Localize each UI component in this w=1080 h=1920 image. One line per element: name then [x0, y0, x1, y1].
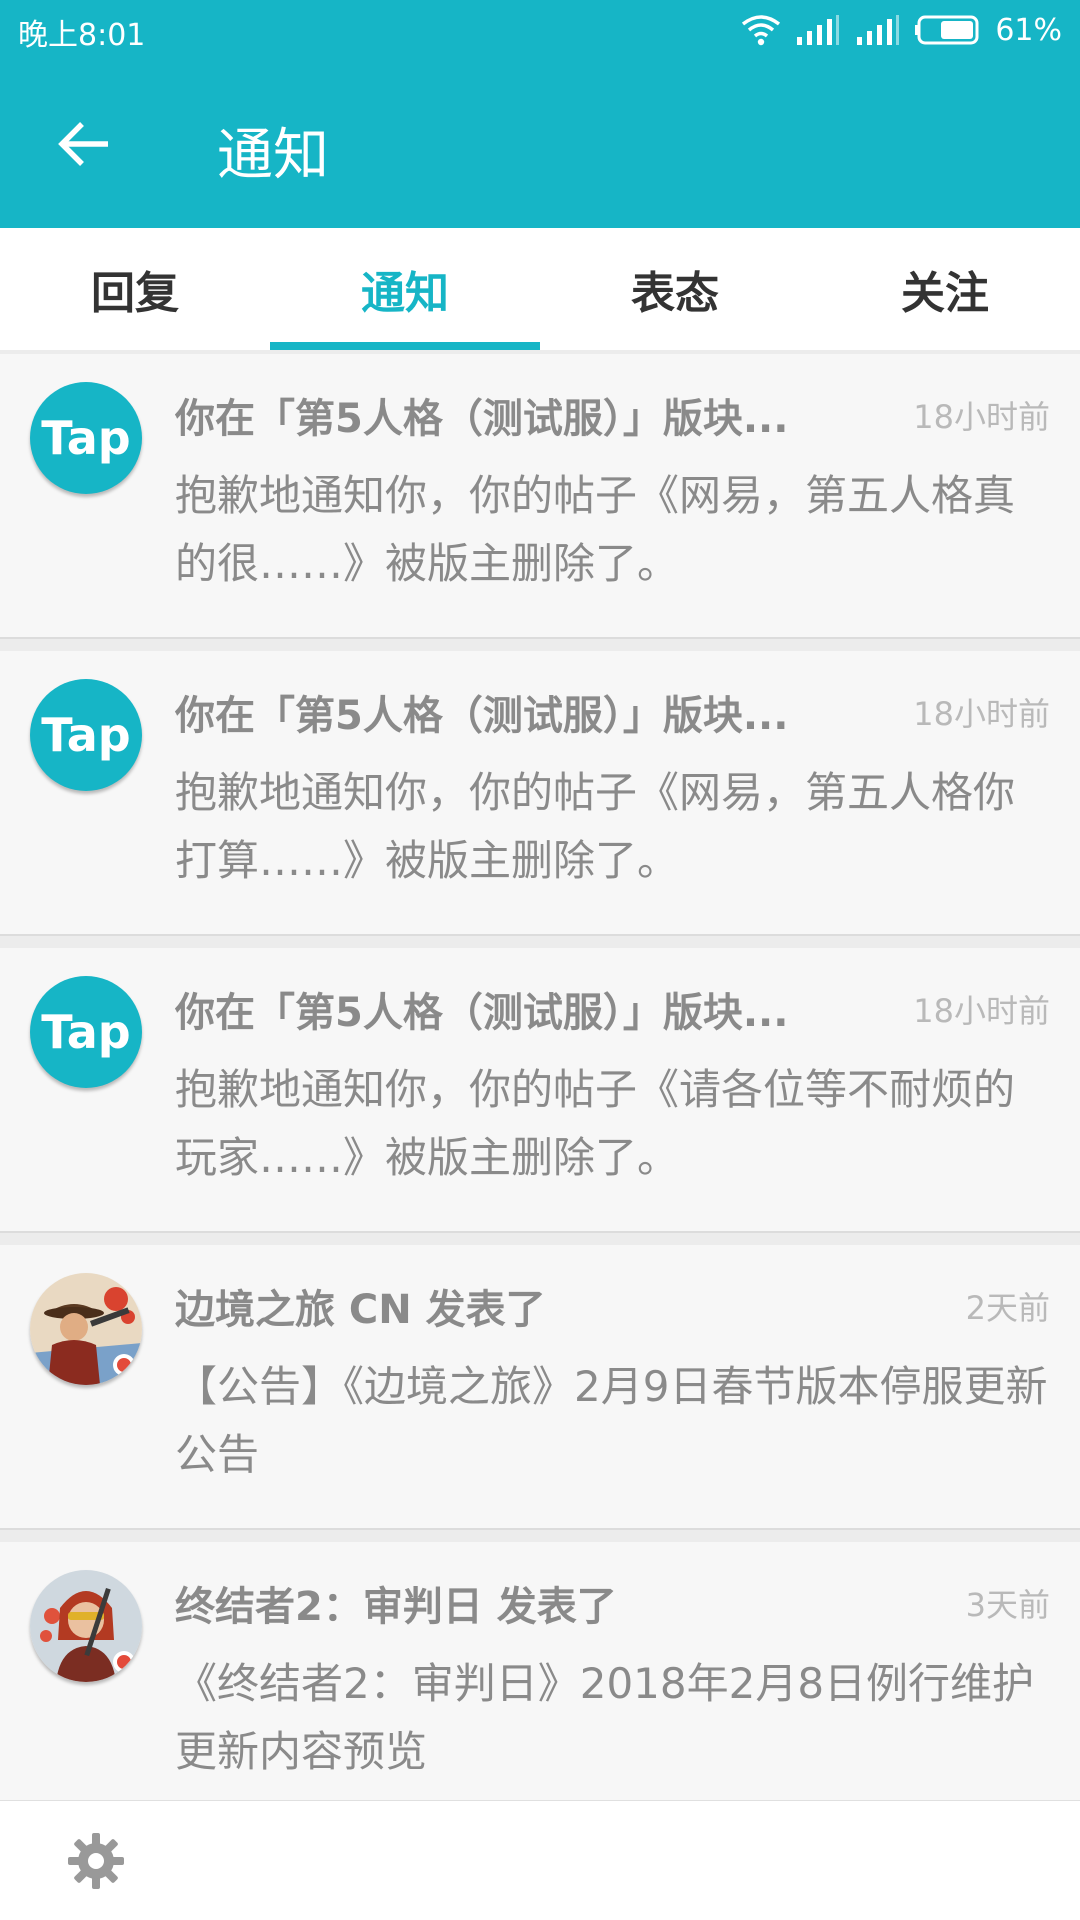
list-item[interactable]: Tap 你在「第5人格（测试服）」版块... 18小时前 抱歉地通知你，你的帖子… [0, 651, 1080, 936]
status-time: 晚上8:01 [18, 18, 146, 53]
list-item[interactable]: Tap 你在「第5人格（测试服）」版块... 18小时前 抱歉地通知你，你的帖子… [0, 948, 1080, 1233]
notification-time: 2天前 [965, 1289, 1050, 1327]
avatar-label: Tap [41, 708, 131, 762]
back-button[interactable] [44, 104, 124, 184]
app-bar: 通知 [0, 60, 1080, 228]
wifi-icon [742, 15, 781, 46]
settings-button[interactable] [66, 1831, 126, 1891]
tab-label: 表态 [631, 268, 719, 319]
gear-icon [68, 1833, 124, 1889]
tab-label: 关注 [901, 268, 989, 319]
avatar-label: Tap [41, 1005, 131, 1059]
notification-body: 《终结者2：审判日》2018年2月8日例行维护更新内容预览 [175, 1659, 1035, 1776]
notification-time: 18小时前 [913, 398, 1050, 436]
notification-title: 你在「第5人格（测试服）」版块... [175, 990, 789, 1036]
tab-label: 回复 [91, 268, 179, 319]
avatar-label: Tap [41, 411, 131, 465]
active-tab-indicator [270, 342, 540, 350]
notification-body: 抱歉地通知你，你的帖子《网易，第五人格你打算……》被版主删除了。 [175, 768, 1016, 885]
list-item[interactable]: 终结者2：审判日 发表了 3天前 《终结者2：审判日》2018年2月8日例行维护… [0, 1542, 1080, 1800]
game-avatar [30, 1273, 142, 1385]
female-character-image [30, 1570, 142, 1682]
notification-list: Tap 你在「第5人格（测试服）」版块... 18小时前 抱歉地通知你，你的帖子… [0, 350, 1080, 1800]
notification-time: 18小时前 [913, 695, 1050, 733]
tap-logo-avatar: Tap [30, 382, 142, 494]
page-title: 通知 [217, 123, 329, 188]
tab-reply[interactable]: 回复 [0, 228, 270, 350]
battery-percent: 61% [995, 12, 1062, 48]
notification-time: 3天前 [965, 1586, 1050, 1624]
bottom-bar [0, 1800, 1080, 1920]
status-bar: 晚上8:01 61% [0, 0, 1080, 60]
signal-icon [857, 15, 900, 45]
status-icons: 61% [741, 10, 1062, 50]
signal-icon [797, 15, 840, 45]
notification-title: 你在「第5人格（测试服）」版块... [175, 396, 789, 442]
tab-label: 通知 [361, 268, 449, 319]
notification-time: 18小时前 [913, 992, 1050, 1030]
list-item[interactable]: 边境之旅 CN 发表了 2天前 【公告】《边境之旅》2月9日春节版本停服更新公告 [0, 1245, 1080, 1530]
tap-logo-avatar: Tap [30, 976, 142, 1088]
tap-logo-avatar: Tap [30, 679, 142, 791]
notification-body: 抱歉地通知你，你的帖子《网易，第五人格真的很……》被版主删除了。 [175, 471, 1016, 588]
game-avatar [30, 1570, 142, 1682]
arrow-left-icon [58, 122, 108, 166]
notification-title: 边境之旅 CN 发表了 [175, 1287, 546, 1333]
cowboy-character-image [30, 1273, 142, 1385]
battery-icon [915, 15, 979, 45]
notification-body: 抱歉地通知你，你的帖子《请各位等不耐烦的玩家……》被版主删除了。 [175, 1065, 1016, 1182]
tab-following[interactable]: 关注 [810, 228, 1080, 350]
list-item[interactable]: Tap 你在「第5人格（测试服）」版块... 18小时前 抱歉地通知你，你的帖子… [0, 354, 1080, 639]
notification-title: 你在「第5人格（测试服）」版块... [175, 693, 789, 739]
notification-body: 【公告】《边境之旅》2月9日春节版本停服更新公告 [175, 1362, 1048, 1479]
tab-notifications[interactable]: 通知 [270, 228, 540, 350]
tab-bar: 回复 通知 表态 关注 [0, 228, 1080, 350]
notification-title: 终结者2：审判日 发表了 [175, 1584, 617, 1630]
tab-reactions[interactable]: 表态 [540, 228, 810, 350]
